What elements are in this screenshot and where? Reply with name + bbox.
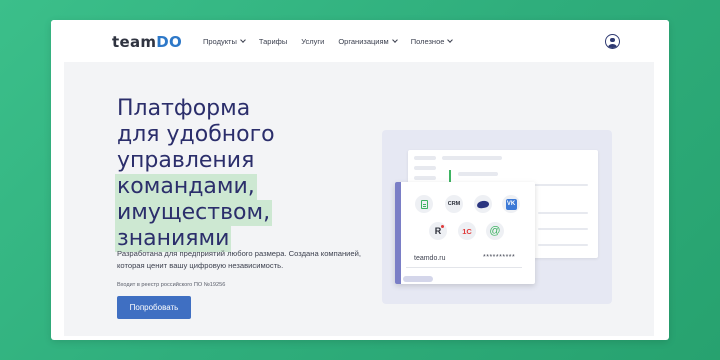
1c-icon-label: 1С [462,226,472,236]
nav-item-label: Услуги [301,37,325,46]
password-field: ********** [483,254,516,261]
nav-item-useful[interactable]: Полезное [410,37,454,46]
document-icon [415,195,433,213]
illustration-bar [458,172,498,176]
r-icon-label: R [434,226,442,236]
logo-text-do: DO [156,33,183,51]
1c-icon: 1С [458,222,476,240]
illustration-bar [442,156,502,160]
user-body-shape [607,43,617,48]
headline-line-4: командами, [115,174,257,200]
headline-line-2: для удобного [117,122,275,147]
nav-item-organizations[interactable]: Организациям [338,37,398,46]
chevron-down-icon [240,37,246,43]
nav-item-label: Полезное [410,37,445,46]
nav-item-label: Тарифы [258,37,288,46]
crm-icon-label: CRM [447,201,461,207]
illustration-bar [414,176,436,180]
illustration-bar [414,166,436,170]
headline-line-5: имуществом, [115,200,273,226]
headline-line-3: управления [117,148,255,173]
integrations-card-strip [395,182,401,284]
browser-window: team DO Продукты Тарифы Услуги Организаци… [51,20,669,340]
nav-item-products[interactable]: Продукты [203,37,246,46]
at-icon-label: @ [489,225,501,237]
crm-icon: CRM [445,195,463,213]
try-button[interactable]: Попробовать [117,296,191,319]
domain-field: teamdo.ru [414,255,446,262]
vk-icon: VK [502,195,520,213]
vk-badge: VK [505,198,517,210]
nav-item-pricing[interactable]: Тарифы [259,37,287,46]
hat-shape [476,199,490,209]
nav-item-label: Организациям [338,37,389,46]
red-dot [441,225,445,228]
user-head-shape [610,37,615,42]
chevron-down-icon [447,37,454,43]
logo-text-team: team [112,33,157,51]
hero-section: Платформа для удобного управления команд… [64,62,654,336]
illustration-green-marker [449,170,451,182]
hero-description: Разработана для предприятий любого разме… [117,249,361,270]
user-circle-icon[interactable] [605,34,620,49]
illustration-bar [538,228,588,230]
document-shape [420,199,428,209]
card-divider [406,267,522,268]
site-header: team DO Продукты Тарифы Услуги Организаци… [51,20,669,62]
teamdo-logo[interactable]: team DO [112,33,182,51]
illustration-bar [414,156,436,160]
illustration-bar [538,244,588,246]
hero-headline: Платформа для удобного управления команд… [115,96,275,252]
illustration-small-button [403,276,433,282]
hat-icon [474,195,492,213]
registry-note: Входит в реестр российского ПО №19256 [117,282,226,288]
r-icon: R [429,222,447,240]
nav-item-label: Продукты [203,37,237,46]
at-icon: @ [486,222,504,240]
headline-line-1: Платформа [117,96,251,121]
nav-item-services[interactable]: Услуги [301,37,324,46]
illustration-bar [538,212,588,214]
main-nav: Продукты Тарифы Услуги Организациям Поле… [203,37,466,46]
chevron-down-icon [391,37,398,43]
